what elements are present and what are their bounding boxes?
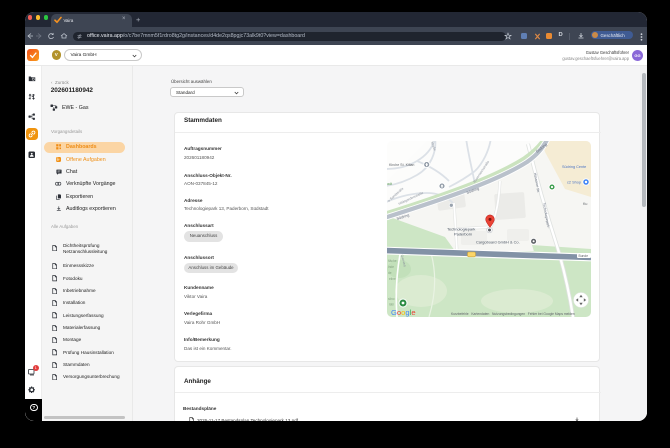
svg-text:eline: eline [389,277,396,281]
svg-text:Google: Google [391,308,416,317]
svg-text:inde: inde [388,265,394,269]
svg-text:Paderborn: Paderborn [454,232,472,237]
svg-text:Bunde: Bunde [579,254,589,258]
svg-text:latn: latn [389,303,394,307]
svg-text:fläche: fläche [388,259,397,263]
svg-text:slino: slino [388,297,395,301]
svg-text:Ku: Ku [583,202,587,206]
svg-text:Südring Cente: Südring Cente [562,165,586,169]
svg-text:c2 Shop: c2 Shop [567,181,581,185]
svg-text:Kurzbefehle Kartendaten Nu: Kurzbefehle Kartendaten Nutzungsbedingun… [451,312,575,316]
svg-text:Cargoboard GmbH & Co.: Cargoboard GmbH & Co. [476,240,520,245]
svg-text:adt: adt [387,182,392,186]
svg-text:Kirche St. Kilian: Kirche St. Kilian [389,163,414,167]
svg-text:de: de [388,271,392,275]
